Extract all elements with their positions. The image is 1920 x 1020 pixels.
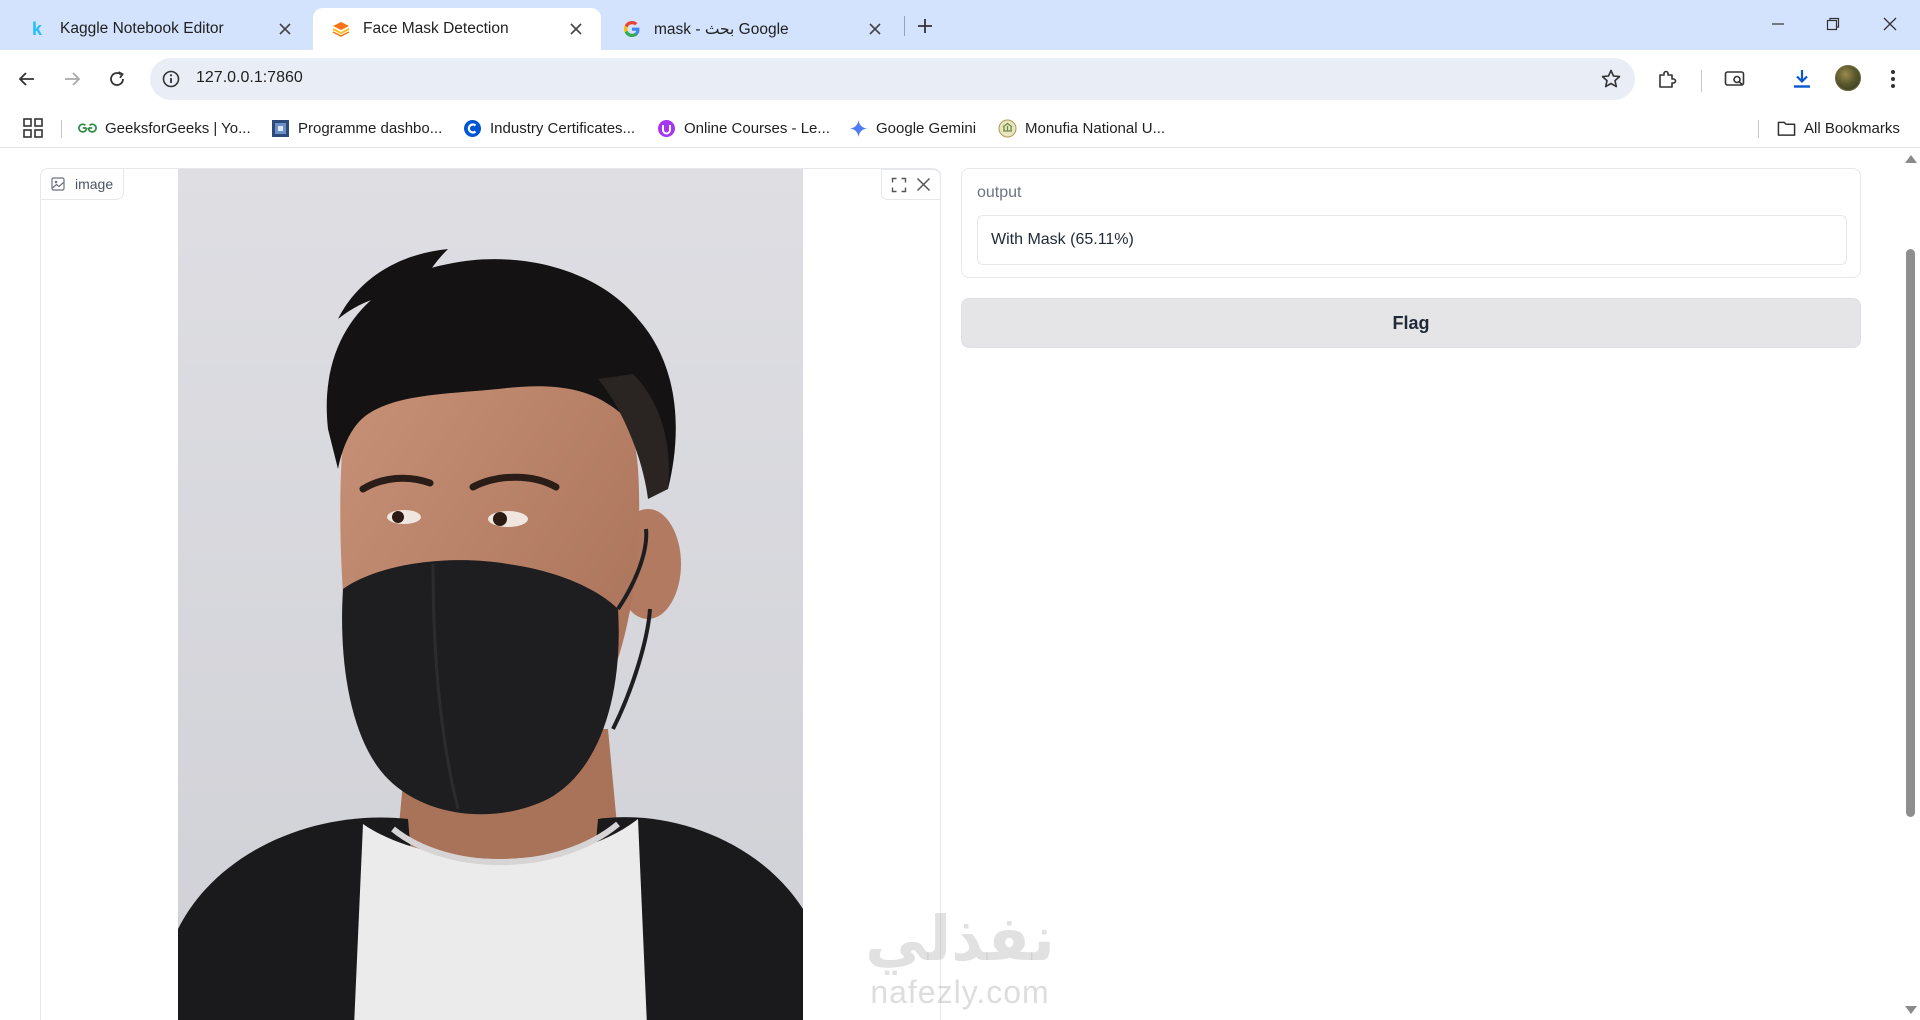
- programme-icon: [271, 119, 290, 138]
- folder-icon: [1777, 119, 1796, 138]
- plus-icon: [918, 19, 932, 33]
- download-icon: [1794, 70, 1810, 88]
- tab-title: Face Mask Detection: [363, 20, 509, 37]
- minimize-icon: [1772, 23, 1784, 25]
- arrow-left-icon: [18, 72, 34, 86]
- flag-button[interactable]: Flag: [961, 298, 1861, 348]
- bookmarks-bar: GeeksforGeeks | Yo... Programme dashbo..…: [0, 108, 1920, 148]
- bookmark-label: All Bookmarks: [1804, 119, 1900, 137]
- google-g-icon: [622, 19, 642, 39]
- geeksforgeeks-icon: [78, 119, 97, 138]
- close-icon: [1883, 17, 1897, 31]
- address-bar[interactable]: 127.0.0.1:7860: [150, 58, 1635, 100]
- site-info-icon[interactable]: [161, 69, 181, 89]
- reload-icon: [110, 71, 124, 86]
- scroll-up-arrow-icon[interactable]: [1905, 155, 1917, 163]
- watermark-arabic: نفذلي: [865, 902, 1055, 975]
- watermark-logo: نفذلي nafezly.com: [850, 904, 1070, 1014]
- bookmarks-separator: [61, 120, 62, 138]
- bookmark-label: Google Gemini: [876, 119, 977, 137]
- minimize-button[interactable]: [1762, 9, 1794, 39]
- all-bookmarks-button[interactable]: All Bookmarks: [1777, 117, 1900, 139]
- bookmark-label: Monufia National U...: [1025, 119, 1166, 137]
- close-tab-icon[interactable]: [864, 18, 886, 40]
- scroll-down-arrow-icon[interactable]: [1905, 1006, 1917, 1014]
- tab-search-icon: [1724, 71, 1745, 86]
- tab-strip: k Kaggle Notebook Editor Face Mask Detec…: [0, 0, 1920, 50]
- tab-kaggle[interactable]: k Kaggle Notebook Editor: [10, 8, 310, 50]
- clear-image-button[interactable]: [915, 176, 933, 194]
- face-mask-photo: [178, 169, 803, 1020]
- bookmark-label: GeeksforGeeks | Yo...: [105, 119, 251, 137]
- bookmark-label: Online Courses - Le...: [684, 119, 830, 137]
- bookmark-monufia-university[interactable]: Monufia National U...: [998, 117, 1165, 139]
- kaggle-k-icon: k: [28, 19, 48, 39]
- gemini-icon: [849, 119, 868, 138]
- forward-button[interactable]: [54, 61, 90, 97]
- url-text[interactable]: 127.0.0.1:7860: [196, 69, 303, 87]
- cast-search-button[interactable]: [1717, 61, 1753, 97]
- bookmark-programme-dashboard[interactable]: Programme dashbo...: [271, 117, 442, 139]
- restore-icon: [1826, 17, 1840, 31]
- restore-button[interactable]: [1817, 9, 1849, 39]
- fullscreen-icon: [891, 177, 906, 192]
- close-tab-icon[interactable]: [565, 18, 587, 40]
- close-icon: [916, 177, 931, 192]
- apps-grid-icon[interactable]: [22, 117, 44, 139]
- downloads-button[interactable]: [1784, 61, 1820, 97]
- puzzle-icon: [1659, 70, 1677, 88]
- reload-button[interactable]: [99, 61, 135, 97]
- bookmarks-separator: [1758, 120, 1759, 138]
- profile-avatar[interactable]: [1835, 65, 1861, 91]
- tab-title: mask - بحث Google: [654, 20, 789, 38]
- back-button[interactable]: [9, 61, 45, 97]
- page-scrollbar[interactable]: [1901, 149, 1920, 1020]
- fullscreen-button[interactable]: [890, 176, 908, 194]
- tab-face-mask-detection[interactable]: Face Mask Detection: [313, 8, 601, 50]
- bookmark-geeksforgeeks[interactable]: GeeksforGeeks | Yo...: [78, 117, 251, 139]
- bookmark-industry-certificates[interactable]: Industry Certificates...: [463, 117, 635, 139]
- close-tab-icon[interactable]: [274, 18, 296, 40]
- toolbar-separator: [1701, 70, 1702, 92]
- output-label: output: [977, 184, 1022, 201]
- image-tools: [881, 169, 941, 200]
- arrow-right-icon: [65, 72, 81, 86]
- new-tab-button[interactable]: [912, 13, 938, 39]
- browser-toolbar: 127.0.0.1:7860: [0, 50, 1920, 108]
- watermark-latin: nafezly.com: [870, 974, 1050, 1010]
- browser-menu-button[interactable]: [1875, 61, 1911, 97]
- bookmark-star-icon[interactable]: [1600, 68, 1622, 90]
- bookmark-label: Programme dashbo...: [298, 119, 443, 137]
- coursera-icon: [463, 119, 482, 138]
- image-icon: [51, 177, 65, 191]
- image-input-panel[interactable]: image: [40, 168, 941, 1020]
- image-label-text: image: [75, 176, 114, 192]
- udemy-icon: [657, 119, 676, 138]
- bookmark-online-courses[interactable]: Online Courses - Le...: [657, 117, 830, 139]
- image-label-badge: image: [41, 169, 125, 200]
- output-panel: output With Mask (65.11%): [961, 168, 1861, 278]
- extensions-button[interactable]: [1649, 61, 1685, 97]
- svg-text:k: k: [32, 20, 43, 38]
- gradio-icon: [331, 19, 351, 39]
- more-vertical-icon: [1891, 70, 1895, 88]
- close-window-button[interactable]: [1874, 9, 1906, 39]
- tab-separator: [904, 16, 905, 36]
- bookmark-google-gemini[interactable]: Google Gemini: [849, 117, 976, 139]
- scrollbar-thumb[interactable]: [1906, 249, 1915, 817]
- uploaded-image[interactable]: [178, 169, 803, 1020]
- page-viewport: image output With Mask (65.11%) Flag نفذ…: [0, 149, 1920, 1020]
- output-textbox[interactable]: With Mask (65.11%): [977, 215, 1847, 265]
- bookmark-label: Industry Certificates...: [490, 119, 636, 137]
- tab-title: Kaggle Notebook Editor: [60, 20, 224, 37]
- university-icon: [998, 119, 1017, 138]
- tab-google-search[interactable]: mask - بحث Google: [604, 8, 900, 50]
